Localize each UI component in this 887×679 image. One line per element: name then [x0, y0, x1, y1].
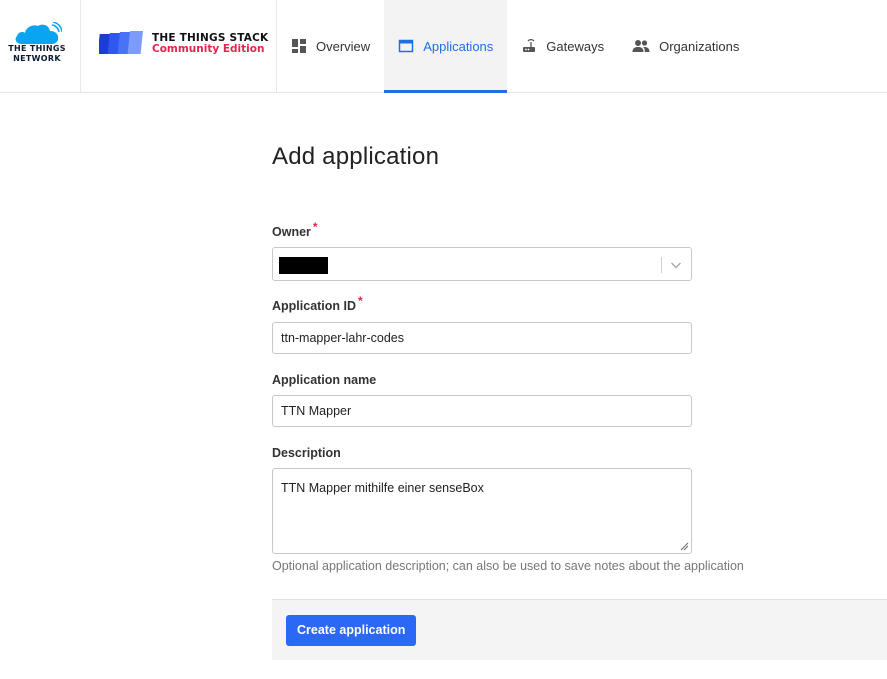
redacted-owner-value — [279, 257, 328, 274]
ttn-line2: NETWORK — [13, 54, 61, 63]
dashboard-icon — [292, 39, 306, 53]
nav-organizations-label: Organizations — [659, 38, 740, 54]
resize-grip-icon[interactable] — [680, 542, 689, 551]
owner-label: Owner * — [272, 220, 318, 239]
required-asterisk: * — [358, 294, 363, 308]
main-nav: Overview Applications Gateways Organizat… — [277, 0, 753, 93]
create-application-button[interactable]: Create application — [286, 615, 417, 646]
required-asterisk: * — [312, 220, 318, 234]
router-icon — [523, 39, 536, 52]
description-label: Description — [272, 446, 341, 460]
owner-select[interactable] — [272, 247, 692, 281]
people-icon — [632, 40, 650, 52]
owner-label-text: Owner — [272, 225, 311, 239]
application-name-label: Application name — [272, 373, 377, 387]
tts-cards-icon — [99, 31, 144, 54]
description-textarea[interactable]: TTN Mapper mithilfe einer senseBox — [272, 468, 692, 554]
application-id-label: Application ID * — [272, 294, 363, 313]
tts-subtitle: Community Edition — [152, 43, 265, 55]
cloud-logo-icon — [15, 22, 62, 44]
ttn-wordmark: THE THINGS NETWORK — [0, 44, 74, 64]
description-value: TTN Mapper mithilfe einer senseBox — [281, 481, 484, 495]
nav-overview-label: Overview — [316, 38, 371, 54]
chevron-down-icon[interactable] — [669, 258, 683, 272]
application-name-input[interactable]: TTN Mapper — [272, 395, 692, 427]
tts-logo[interactable]: THE THINGS STACK Community Edition — [81, 0, 277, 92]
application-id-label-text: Application ID — [272, 299, 357, 313]
nav-gateways[interactable]: Gateways — [507, 0, 618, 92]
description-help-text: Optional application description; can al… — [272, 559, 744, 573]
ttn-line1: THE THINGS — [8, 44, 66, 53]
select-separator — [661, 257, 662, 273]
nav-gateways-label: Gateways — [546, 38, 605, 54]
submit-bar: Create application — [272, 599, 887, 660]
nav-organizations[interactable]: Organizations — [618, 0, 753, 92]
window-icon — [398, 39, 414, 53]
nav-applications-label: Applications — [423, 38, 494, 54]
page-title: Add application — [272, 143, 440, 170]
ttn-logo[interactable]: THE THINGS NETWORK — [0, 0, 81, 92]
nav-applications[interactable]: Applications — [384, 0, 508, 93]
top-header: THE THINGS NETWORK THE THINGS STACK Comm… — [0, 0, 887, 93]
application-id-input[interactable]: ttn-mapper-lahr-codes — [272, 322, 692, 354]
nav-overview[interactable]: Overview — [277, 0, 384, 92]
